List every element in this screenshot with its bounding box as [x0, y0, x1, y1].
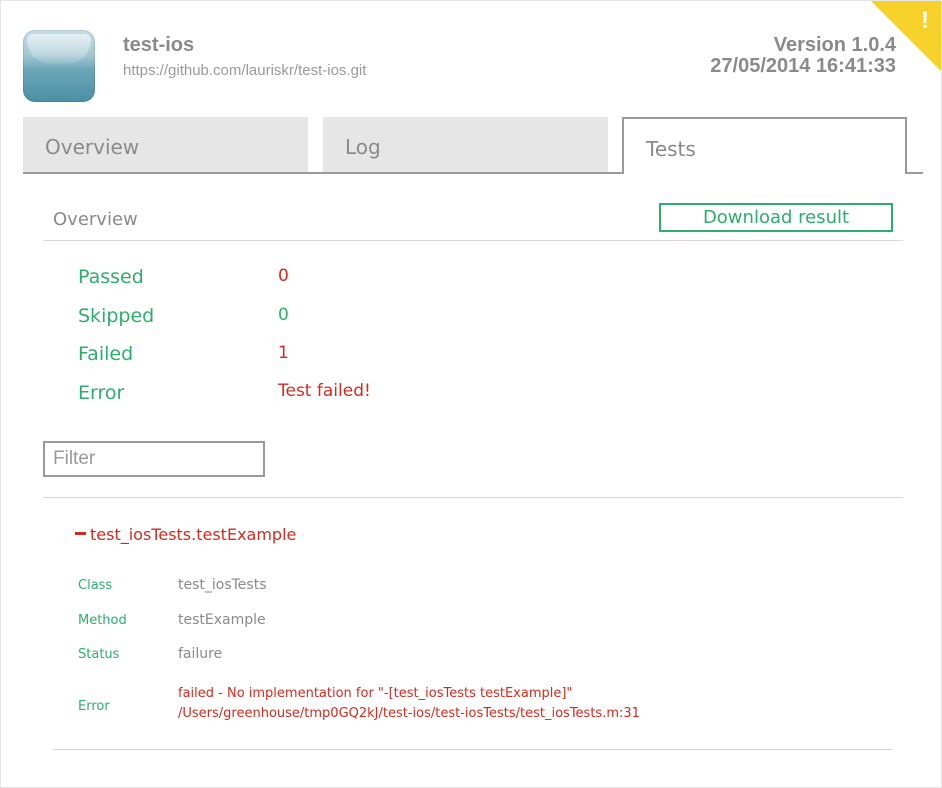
detail-value-method: testExample [178, 612, 266, 628]
filter-input[interactable] [43, 441, 265, 477]
app-name: test-ios [123, 34, 195, 56]
tab-log[interactable]: Log [323, 117, 608, 173]
repo-url: https://github.com/lauriskr/test-ios.git [123, 62, 367, 79]
divider [53, 749, 893, 750]
tab-bar-underline [23, 172, 623, 174]
detail-label-error: Error [78, 699, 110, 714]
detail-value-status: failure [178, 646, 223, 662]
detail-value-error: failed - No implementation for "-[test_i… [178, 684, 640, 724]
detail-label-status: Status [78, 647, 120, 662]
exclamation-icon: ! [921, 7, 929, 34]
test-case-name: test_iosTests.testExample [90, 525, 297, 544]
test-case-toggle[interactable]: test_iosTests.testExample [75, 525, 296, 544]
detail-label-class: Class [78, 578, 113, 593]
section-title-overview: Overview [53, 209, 138, 230]
build-datetime: 27/05/2014 16:41:33 [710, 55, 896, 77]
stat-label-error: Error [78, 382, 125, 404]
app-frame: ! test-ios https://github.com/lauriskr/t… [0, 0, 942, 788]
stat-label-skipped: Skipped [78, 305, 155, 327]
divider [43, 497, 903, 498]
tab-tests[interactable]: Tests [622, 117, 907, 174]
error-location-line: /Users/greenhouse/tmp0GQ2kJ/test-ios/tes… [178, 706, 640, 721]
download-result-button[interactable]: Download result [659, 203, 893, 232]
stat-value-passed: 0 [278, 266, 289, 286]
detail-value-class: test_iosTests [178, 577, 267, 593]
collapse-minus-icon [75, 532, 86, 535]
app-icon [23, 30, 95, 102]
detail-label-method: Method [78, 613, 127, 628]
stat-label-failed: Failed [78, 343, 134, 365]
stat-value-skipped: 0 [278, 305, 289, 325]
divider [43, 240, 903, 241]
tab-overview[interactable]: Overview [23, 117, 308, 173]
version-label: Version 1.0.4 [773, 34, 896, 56]
stat-value-failed: 1 [278, 343, 289, 363]
error-message-line: failed - No implementation for "-[test_i… [178, 686, 573, 701]
tab-bar-underline-right [905, 172, 923, 174]
stat-value-error: Test failed! [278, 381, 371, 401]
stat-label-passed: Passed [78, 266, 144, 288]
